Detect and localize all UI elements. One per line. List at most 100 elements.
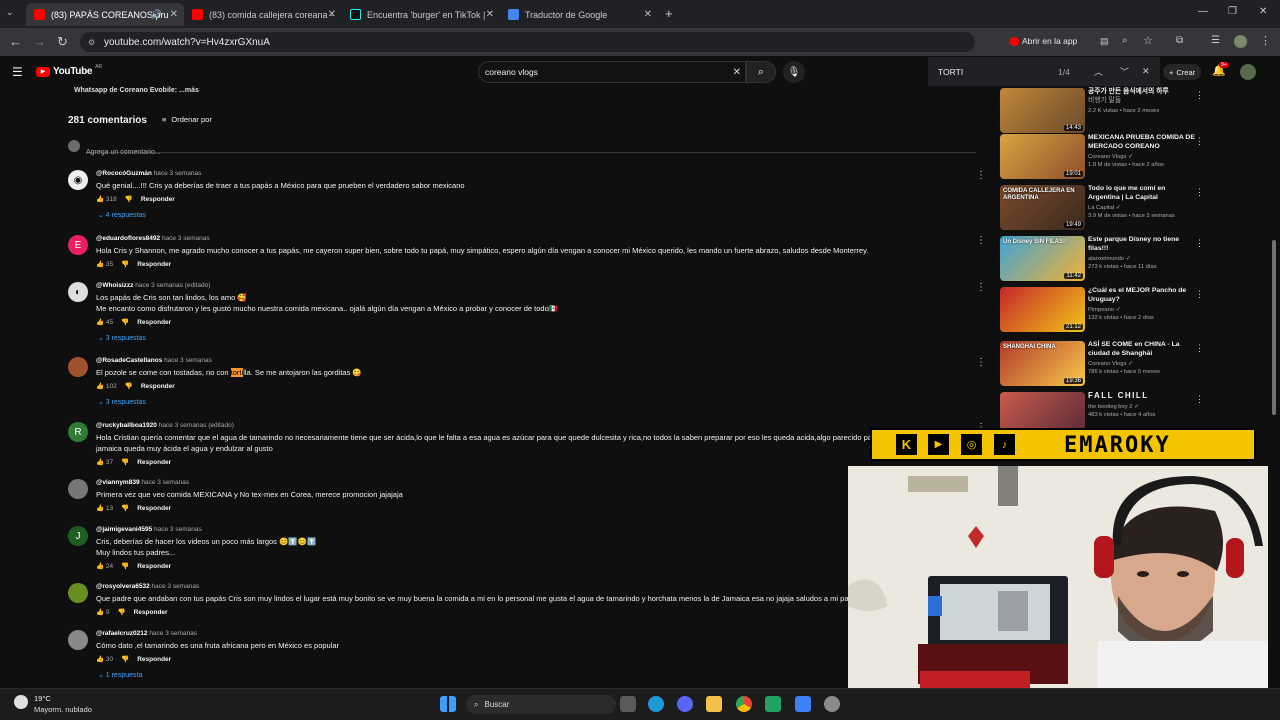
comment-time[interactable]: hace 3 semanas	[160, 235, 210, 242]
video-title[interactable]: 공주가 만든 음식에서의 하루 비행기 말들	[1088, 88, 1196, 105]
zoom-icon[interactable]: ⌕	[1122, 35, 1128, 46]
reply-button[interactable]: Responder	[137, 656, 171, 663]
create-button[interactable]: + Crear	[1163, 64, 1202, 80]
reply-button[interactable]: Responder	[137, 459, 171, 466]
youtube-logo[interactable]: ▶ YouTube AR	[36, 64, 102, 77]
like-button[interactable]: 👍 37	[96, 458, 113, 466]
comment-time[interactable]: hace 3 semanas	[152, 170, 202, 177]
voice-search-button[interactable]: 🎙	[783, 61, 805, 83]
video-menu-icon[interactable]: ⋮	[1195, 343, 1204, 354]
dislike-button[interactable]: 👎	[121, 318, 129, 326]
reply-button[interactable]: Responder	[137, 261, 171, 268]
reply-button[interactable]: Responder	[137, 319, 171, 326]
search-input[interactable]: coreano vlogs ✕	[478, 61, 746, 83]
view-replies-button[interactable]: ⌄ 3 respuestas	[98, 398, 146, 406]
comment-time[interactable]: hace 3 semanas	[150, 583, 199, 590]
comment-avatar[interactable]: J	[68, 526, 88, 546]
weather-description[interactable]: Mayorm. nublado	[34, 705, 92, 714]
video-thumbnail[interactable]: 21:12	[1000, 287, 1085, 332]
comment-author[interactable]: @ruckyballboa1920	[96, 422, 157, 429]
video-thumbnail[interactable]: COMIDA CALLEJERA EN ARGENTINA 19:49	[1000, 185, 1085, 230]
comment-author[interactable]: @rafaelcruz0212	[96, 630, 148, 637]
comment-time[interactable]: hace 3 semanas	[148, 630, 197, 637]
site-info-icon[interactable]: ⚙	[88, 38, 95, 47]
video-channel[interactable]: Pimpeano ✓	[1088, 306, 1121, 314]
like-button[interactable]: 👍 13	[96, 504, 113, 512]
related-video[interactable]: COMIDA CALLEJERA EN ARGENTINA 19:49 Todo l…	[1000, 185, 1210, 233]
close-icon[interactable]: ✕	[170, 9, 178, 20]
video-menu-icon[interactable]: ⋮	[1195, 90, 1204, 101]
comment-author[interactable]: @Whoisizzz	[96, 282, 133, 289]
comment-author[interactable]: @jaimigevani4595	[96, 526, 152, 533]
account-avatar[interactable]	[1240, 64, 1256, 80]
comment-avatar[interactable]: R	[68, 422, 88, 442]
find-next-icon[interactable]: ﹀	[1120, 65, 1129, 78]
like-button[interactable]: 👍 9	[96, 608, 110, 616]
related-video[interactable]: SHANGHAI CHINA 19:36 ASÍ SE COME en CHINA …	[1000, 341, 1210, 389]
comment-avatar[interactable]: ◐	[68, 282, 88, 302]
comment-menu-icon[interactable]: ⋮	[976, 235, 986, 246]
video-title[interactable]: ASÍ SE COME en CHINA - La ciudad de Shan…	[1088, 341, 1196, 358]
settings-icon[interactable]	[824, 696, 840, 712]
related-video[interactable]: Un Disney SIN FILAS!! 11:42 Este parque Di…	[1000, 236, 1210, 284]
file-explorer-icon[interactable]	[706, 696, 722, 712]
video-menu-icon[interactable]: ⋮	[1195, 187, 1204, 198]
video-title[interactable]: Este parque Disney no tiene filas!!!	[1088, 236, 1196, 253]
photos-icon[interactable]	[795, 696, 811, 712]
task-view-icon[interactable]	[620, 696, 636, 712]
comment-menu-icon[interactable]: ⋮	[976, 357, 986, 368]
related-video[interactable]: 14:43 공주가 만든 음식에서의 하루 비행기 말들 2.2 K vistas •…	[1000, 88, 1210, 136]
dislike-button[interactable]: 👎	[118, 608, 126, 616]
video-title[interactable]: ¿Cuál es el MEJOR Pancho de Uruguay?	[1088, 287, 1196, 304]
edge-icon[interactable]	[648, 696, 664, 712]
tab-translate[interactable]: Traductor de Google ✕	[500, 3, 658, 26]
reply-button[interactable]: Responder	[137, 563, 171, 570]
sort-comments-button[interactable]: ≡ Ordenar por	[162, 115, 212, 124]
view-replies-button[interactable]: ⌄ 1 respuesta	[98, 671, 142, 679]
close-icon[interactable]: ✕	[328, 9, 336, 20]
tab-search-icon[interactable]: ⌄	[6, 7, 14, 18]
find-close-icon[interactable]: ✕	[1142, 66, 1150, 77]
comment-time[interactable]: hace 3 semanas (editado)	[133, 282, 210, 289]
forward-arrow-icon[interactable]: →	[33, 34, 46, 50]
tab-tiktok[interactable]: Encuentra 'burger' en TikTok | ✕	[342, 3, 500, 26]
comment-avatar[interactable]: ◉	[68, 170, 88, 190]
weather-temp[interactable]: 19°C	[34, 694, 51, 703]
back-arrow-icon[interactable]: ←	[9, 34, 22, 50]
view-replies-button[interactable]: ⌄ 3 respuestas	[98, 334, 146, 342]
minimize-window-button[interactable]: —	[1198, 6, 1208, 17]
search-button[interactable]: ⌕	[746, 61, 776, 83]
video-title[interactable]: MEXICANA PRUEBA COMIDA DE MERCADO COREAN…	[1088, 134, 1196, 151]
comment-avatar[interactable]: E	[68, 235, 88, 255]
related-video[interactable]: 21:12 ¿Cuál es el MEJOR Pancho de Uruguay…	[1000, 287, 1210, 335]
browser-menu-icon[interactable]: ⋮	[1260, 34, 1271, 47]
comment-time[interactable]: hace 3 semanas	[152, 526, 202, 533]
comment-author[interactable]: @viannym839	[96, 479, 140, 486]
video-menu-icon[interactable]: ⋮	[1195, 394, 1204, 405]
video-thumbnail[interactable]: 19:01	[1000, 134, 1085, 179]
dislike-button[interactable]: 👎	[121, 562, 129, 570]
windows-start-icon[interactable]	[440, 696, 456, 712]
video-channel[interactable]: La Capital ✓	[1088, 204, 1121, 212]
comment-time[interactable]: hace 3 semanas (editado)	[157, 422, 234, 429]
comment-time[interactable]: hace 3 semanas	[140, 479, 189, 486]
video-title[interactable]: FALL CHILL	[1088, 391, 1196, 401]
like-button[interactable]: 👍 318	[96, 195, 117, 203]
video-thumbnail[interactable]: SHANGHAI CHINA 19:36	[1000, 341, 1085, 386]
restore-window-button[interactable]: ❐	[1228, 6, 1237, 17]
reply-button[interactable]: Responder	[137, 505, 171, 512]
comment-avatar[interactable]	[68, 630, 88, 650]
comment-menu-icon[interactable]: ⋮	[976, 170, 986, 181]
dislike-button[interactable]: 👎	[125, 382, 133, 390]
like-button[interactable]: 👍 45	[96, 318, 113, 326]
comment-author[interactable]: @eduardoflores8492	[96, 235, 160, 242]
close-icon[interactable]: ✕	[644, 9, 652, 20]
clear-search-icon[interactable]: ✕	[733, 67, 741, 78]
bookmark-star-icon[interactable]: ☆	[1143, 34, 1153, 47]
like-button[interactable]: 👍 24	[96, 562, 113, 570]
open-in-app-button[interactable]: Abrir en la app	[1010, 36, 1077, 46]
dislike-button[interactable]: 👎	[125, 195, 133, 203]
reading-list-icon[interactable]: ☰	[1211, 35, 1220, 46]
like-button[interactable]: 👍 35	[96, 260, 113, 268]
comment-author[interactable]: @RosadeCastellanos	[96, 357, 162, 364]
